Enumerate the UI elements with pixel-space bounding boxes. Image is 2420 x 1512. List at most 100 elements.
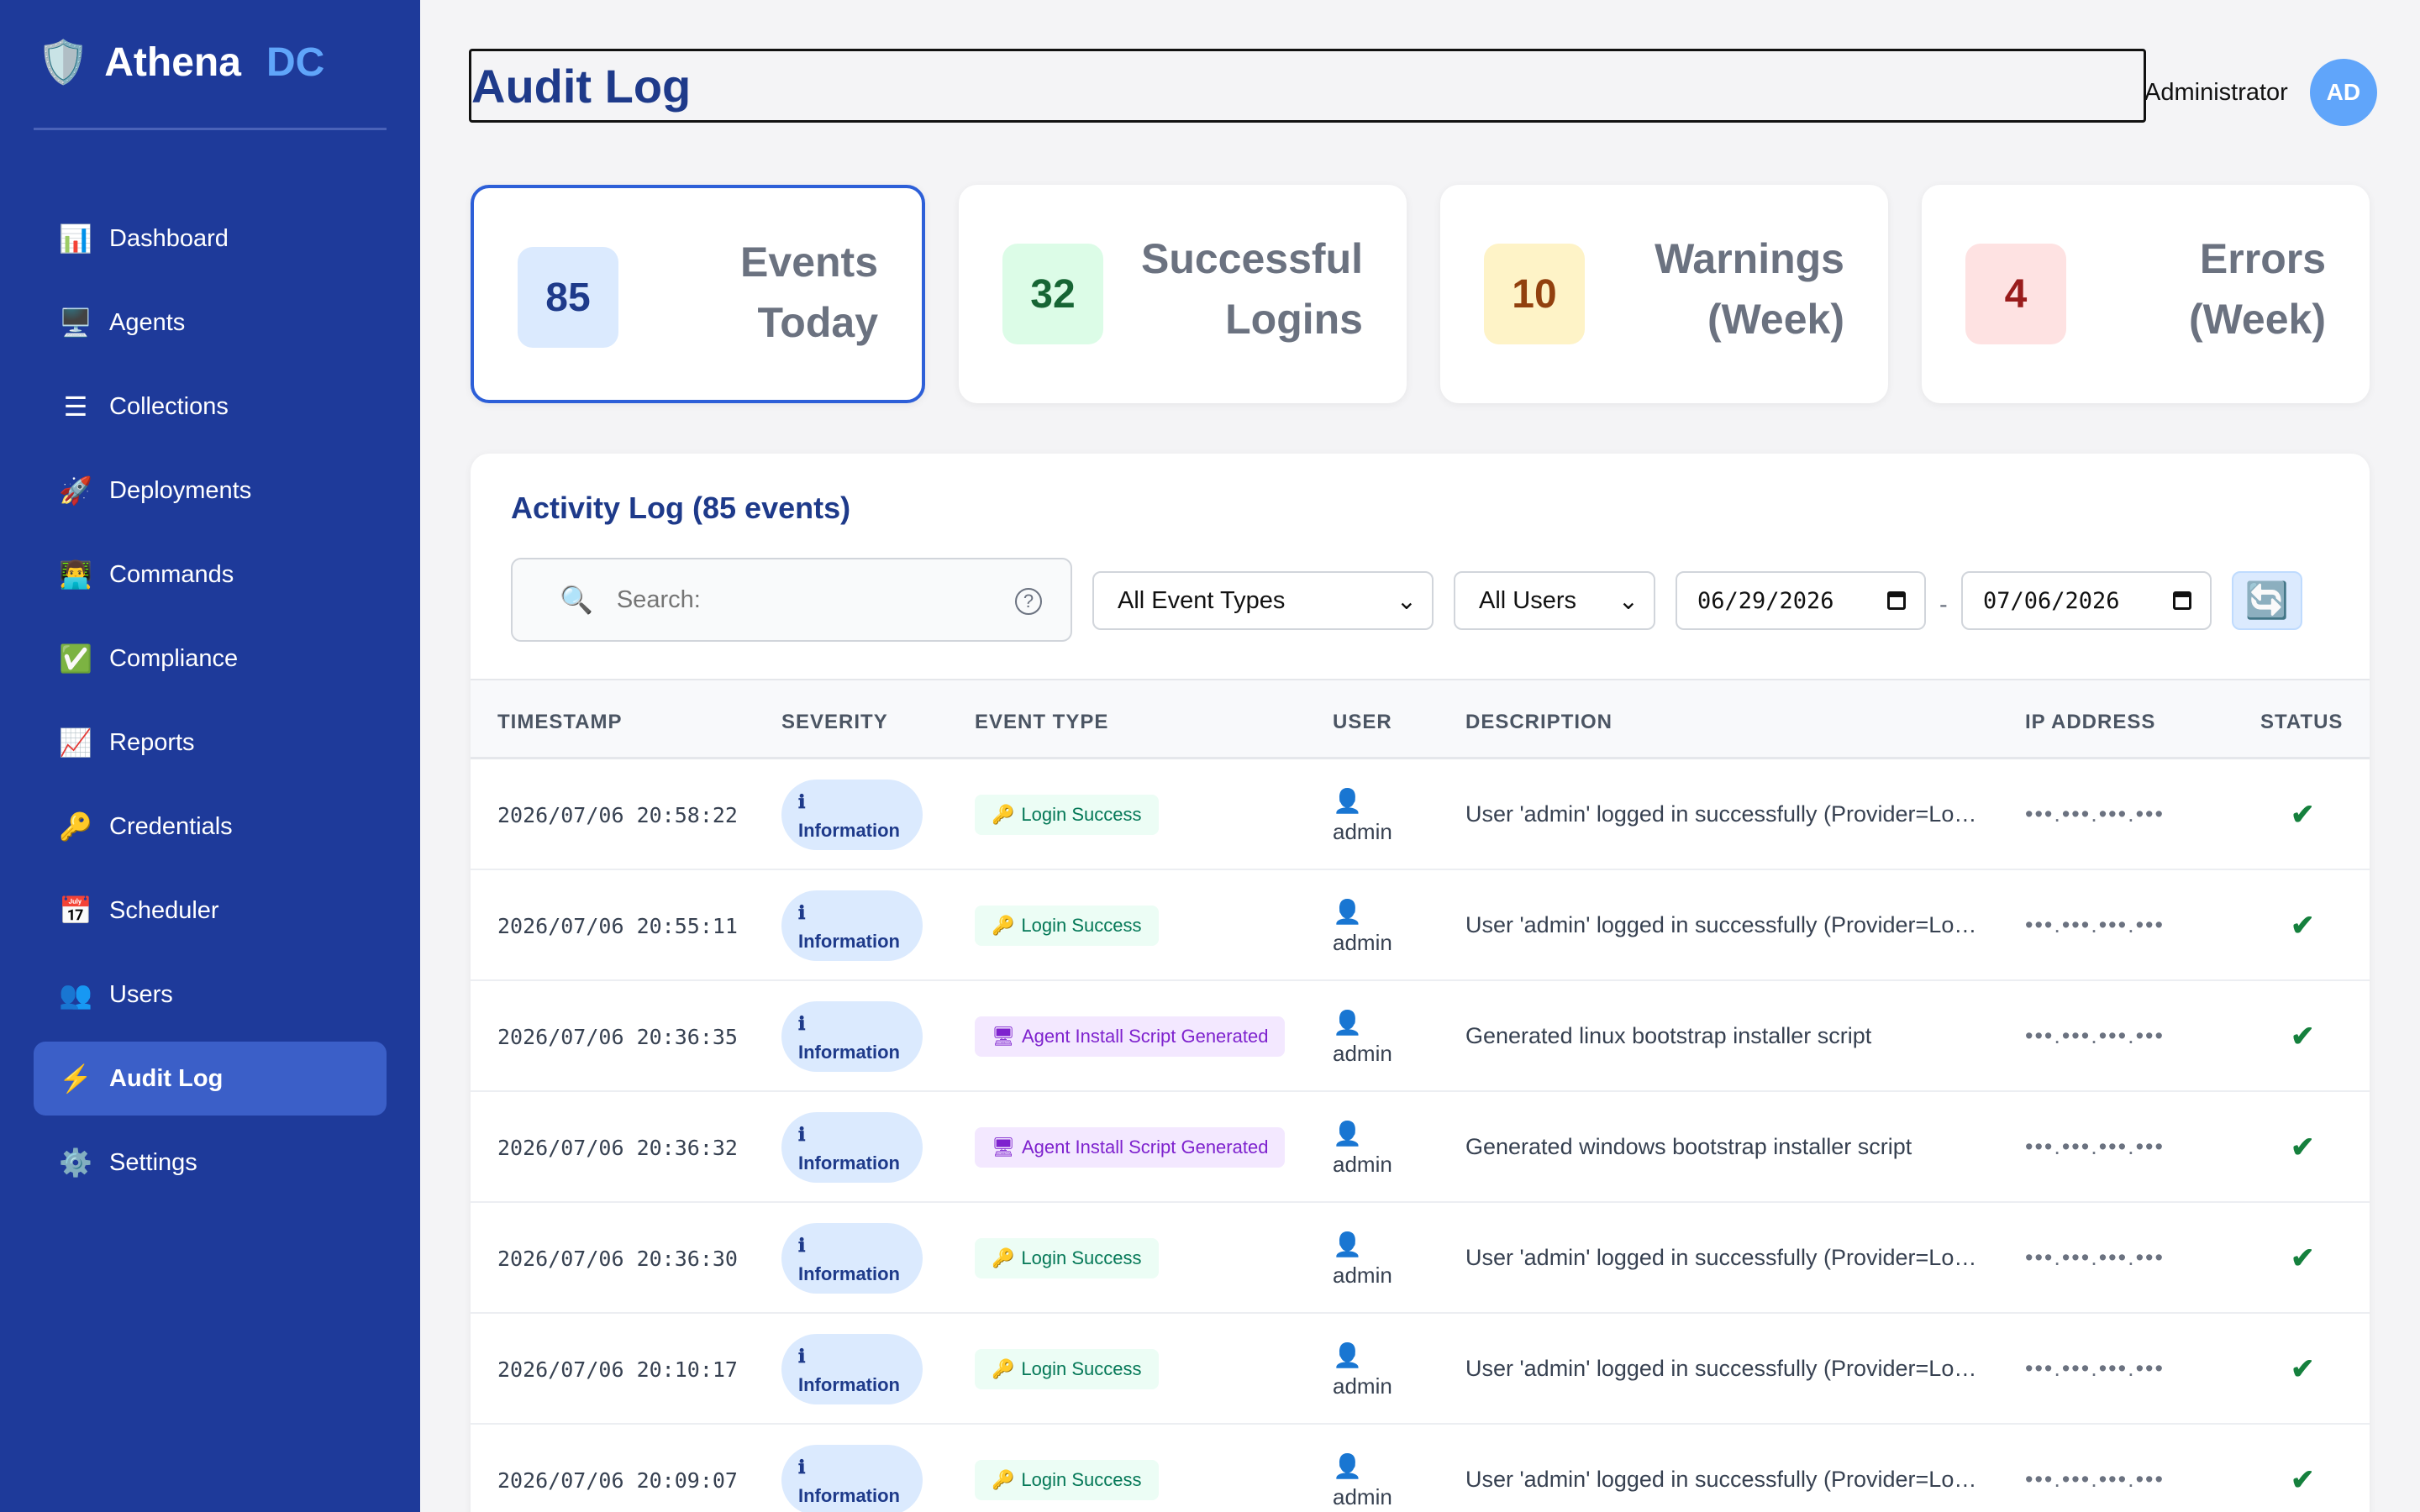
user-menu[interactable]: Administrator AD [2144,59,2377,126]
avatar[interactable]: AD [2309,59,2377,126]
sidebar-item-agents[interactable]: 🖥️ Agents [34,286,387,360]
stat-card-events-today[interactable]: 85 Events Today [471,185,925,403]
table-row[interactable]: 2026/07/06 20:36:30 ℹ Information 🔑 Login Su… [471,1203,2370,1314]
timestamp-cell: 2026/07/06 20:10:17 [497,1357,738,1382]
event-type-badge: 🔑 Login Success [975,1349,1159,1389]
event-type-label: Login Success [1021,1358,1142,1379]
sidebar-item-audit-log[interactable]: ⚡ Audit Log [34,1042,387,1116]
sidebar-item-commands[interactable]: 👨‍💻 Commands [34,538,387,612]
brand-accent: DC [266,39,325,85]
date-to-input[interactable]: 07/06/2026 [1961,571,2212,630]
sidebar-item-deployments[interactable]: 🚀 Deployments [34,454,387,528]
table-row[interactable]: 2026/07/06 20:55:11 ℹ Information 🔑 Login Su… [471,870,2370,981]
compliance-icon: ✅ [59,643,92,674]
column-header-status[interactable]: STATUS [2260,711,2343,734]
column-header-user[interactable]: USER [1333,711,1392,734]
search-icon: 🔍 [560,585,593,615]
sidebar-item-settings[interactable]: ⚙️ Settings [34,1126,387,1200]
user-icon: 👤 [1333,788,1362,814]
user-name: admin [1333,1152,1392,1177]
event-type-select[interactable]: All Event Types ⌄ [1092,571,1434,630]
panel-title: Activity Log (85 events) [511,491,851,525]
sidebar: 🛡️ Athena DC 📊 Dashboard 🖥️ Agents ☰ Collectio… [0,0,420,1512]
stat-label: Warnings (Week) [1655,235,1844,343]
user-select[interactable]: All Users ⌄ [1454,571,1655,630]
activity-log-panel: Activity Log (85 events) 🔍 ? All Event T… [471,454,2370,1512]
refresh-button[interactable]: 🔄 [2232,571,2302,630]
sidebar-item-reports[interactable]: 📈 Reports [34,706,387,780]
stat-card-successful-logins[interactable]: 32 Successful Logins [959,185,1407,403]
users-icon: 👥 [59,979,92,1010]
key-icon: 🔑 [992,1358,1015,1379]
calendar-icon[interactable] [2173,591,2191,610]
sidebar-item-label: Credentials [109,812,233,840]
sidebar-item-label: Settings [109,1148,197,1176]
user-icon: 👤 [1333,1121,1362,1147]
sidebar-item-dashboard[interactable]: 📊 Dashboard [34,202,387,276]
calendar-icon[interactable] [1887,591,1906,610]
info-icon: ℹ [798,1124,806,1145]
key-icon: 🔑 [992,915,1015,936]
column-header-severity[interactable]: SEVERITY [781,711,888,734]
script-icon: 🖥 [992,1026,1015,1047]
timestamp-cell: 2026/07/06 20:09:07 [497,1468,738,1493]
ip-address-cell: •••.•••.•••.••• [2025,1245,2165,1270]
script-icon: 🖥 [992,1137,1015,1158]
user-name: admin [1333,930,1392,955]
table-row[interactable]: 2026/07/06 20:58:22 ℹ Information 🔑 Login Su… [471,759,2370,870]
commands-icon: 👨‍💻 [59,559,92,590]
column-header-event-type[interactable]: EVENT TYPE [975,711,1108,734]
user-cell: 👤 admin [1333,897,1400,958]
severity-label: Information [798,1152,900,1173]
sidebar-item-scheduler[interactable]: 📅 Scheduler [34,874,387,948]
stat-label: Successful Logins [1140,235,1363,343]
info-icon: ℹ [798,791,806,812]
sidebar-item-label: Collections [109,392,229,420]
brand[interactable]: 🛡️ Athena DC [37,37,324,87]
date-from-input[interactable]: 06/29/2026 [1676,571,1926,630]
date-separator: - [1939,591,1948,618]
sidebar-item-credentials[interactable]: 🔑 Credentials [34,790,387,864]
description-cell: User 'admin' logged in successfully (Pro… [1465,1467,1978,1492]
sidebar-item-compliance[interactable]: ✅ Compliance [34,622,387,696]
status-check-icon: ✔ [2291,1353,2315,1385]
severity-badge: ℹ Information [781,1445,923,1512]
stat-label: Events Today [740,239,878,346]
column-header-timestamp[interactable]: TIMESTAMP [497,711,623,734]
column-header-ip-address[interactable]: IP ADDRESS [2025,711,2155,734]
event-type-label: Login Success [1021,1469,1142,1490]
sidebar-item-collections[interactable]: ☰ Collections [34,370,387,444]
user-cell: 👤 admin [1333,1341,1400,1401]
user-icon: 👤 [1333,1231,1362,1257]
severity-label: Information [798,1263,900,1284]
search-input[interactable] [616,585,986,614]
user-icon: 👤 [1333,1342,1362,1368]
table-row[interactable]: 2026/07/06 20:10:17 ℹ Information 🔑 Login Su… [471,1314,2370,1425]
event-type-label: Login Success [1021,804,1142,825]
user-name: Administrator [2144,78,2288,106]
brand-divider [34,128,387,130]
table-row[interactable]: 2026/07/06 20:36:35 ℹ Information 🖥 Agent In… [471,981,2370,1092]
severity-badge: ℹ Information [781,780,923,850]
status-check-icon: ✔ [2291,1131,2315,1163]
sidebar-item-label: Dashboard [109,224,229,252]
severity-label: Information [798,820,900,841]
search-box[interactable]: 🔍 ? [511,558,1072,642]
description-cell: User 'admin' logged in successfully (Pro… [1465,912,1978,937]
event-type-badge: 🔑 Login Success [975,1238,1159,1278]
sidebar-item-label: Reports [109,728,195,756]
column-header-description[interactable]: DESCRIPTION [1465,711,1612,734]
table-row[interactable]: 2026/07/06 20:09:07 ℹ Information 🔑 Login Su… [471,1425,2370,1512]
sidebar-item-users[interactable]: 👥 Users [34,958,387,1032]
user-cell: 👤 admin [1333,1230,1400,1290]
description-cell: Generated windows bootstrap installer sc… [1465,1134,1912,1159]
date-to-value: 07/06/2026 [1983,587,2120,614]
help-icon[interactable]: ? [1015,588,1042,615]
dashboard-icon: 📊 [59,223,92,254]
timestamp-cell: 2026/07/06 20:58:22 [497,803,738,827]
stat-card-errors-week[interactable]: 4 Errors (Week) [1922,185,2370,403]
user-icon: 👤 [1333,1010,1362,1036]
table-row[interactable]: 2026/07/06 20:36:32 ℹ Information 🖥 Agent In… [471,1092,2370,1203]
severity-badge: ℹ Information [781,1001,923,1072]
stat-card-warnings-week[interactable]: 10 Warnings (Week) [1440,185,1888,403]
